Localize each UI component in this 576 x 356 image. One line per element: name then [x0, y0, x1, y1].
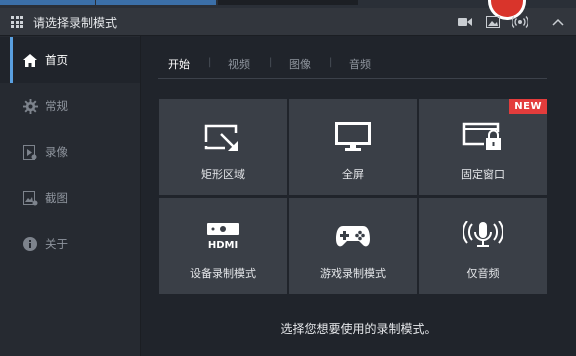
sidebar-item-label: 首页	[45, 53, 68, 67]
tile-rectangle-area[interactable]: 矩形区域	[159, 99, 287, 195]
tile-label: 固定窗口	[461, 168, 505, 181]
collapse-icon[interactable]	[550, 14, 566, 30]
sidebar-item-screenshot[interactable]: 截图	[0, 175, 140, 221]
tab-audio[interactable]: 音频	[349, 56, 371, 72]
info-icon	[22, 236, 38, 252]
svg-text:HDMI: HDMI	[208, 240, 238, 251]
gamepad-icon	[336, 226, 370, 247]
tile-fullscreen[interactable]: 全屏	[289, 99, 417, 195]
tile-game-recording[interactable]: 游戏录制模式	[289, 198, 417, 294]
tile-label: 设备录制模式	[190, 267, 256, 280]
video-camera-icon[interactable]	[457, 14, 473, 30]
locked-window-icon	[462, 122, 501, 150]
microphone-icon	[463, 221, 503, 247]
tab-start[interactable]: 开始	[168, 56, 190, 72]
sidebar-item-label: 截图	[45, 191, 68, 205]
image-icon[interactable]	[485, 14, 501, 30]
sidebar-item-general[interactable]: 常规	[0, 83, 140, 129]
app-menu-icon[interactable]	[11, 16, 23, 28]
tab-separator: |	[269, 57, 273, 68]
window-title: 请选择录制模式	[33, 16, 118, 30]
tab-bar: 开始 | 视频 | 图像 | 音频	[158, 56, 547, 79]
tile-label: 仅音频	[466, 267, 500, 280]
tile-label: 矩形区域	[201, 168, 245, 181]
tab-video[interactable]: 视频	[228, 56, 250, 72]
active-indicator	[10, 37, 13, 83]
screenshot-icon	[22, 190, 38, 206]
tile-audio-only[interactable]: 仅音频	[419, 198, 547, 294]
sidebar-item-label: 录像	[45, 145, 68, 159]
gear-icon	[22, 98, 38, 114]
tab-separator: |	[208, 57, 212, 68]
broadcast-icon[interactable]	[512, 14, 528, 30]
tile-label: 游戏录制模式	[320, 267, 386, 280]
video-file-icon	[22, 144, 38, 160]
hint-text: 选择您想要使用的录制模式。	[280, 322, 437, 336]
sidebar-item-label: 关于	[45, 237, 68, 251]
sidebar-item-recording[interactable]: 录像	[0, 129, 140, 175]
tab-separator: |	[329, 57, 333, 68]
sidebar-item-home[interactable]: 首页	[0, 37, 140, 83]
tile-device-recording[interactable]: HDMI 设备录制模式	[159, 198, 287, 294]
main-panel: 开始 | 视频 | 图像 | 音频 矩形区域 全屏 NEW 固定窗口 HDMI …	[141, 36, 576, 356]
tile-fixed-window[interactable]: NEW 固定窗口	[419, 99, 547, 195]
sidebar-item-label: 常规	[45, 99, 68, 113]
strip-segment	[96, 0, 216, 5]
tile-label: 全屏	[342, 168, 364, 181]
rectangle-area-icon	[204, 124, 238, 151]
title-bar: 请选择录制模式	[0, 0, 576, 36]
hdmi-icon: HDMI	[207, 223, 239, 251]
monitor-icon	[335, 122, 371, 151]
sidebar: 首页 常规 录像 截图 关于	[0, 36, 141, 356]
sidebar-item-about[interactable]: 关于	[0, 221, 140, 267]
home-icon	[22, 52, 38, 68]
new-badge: NEW	[509, 99, 547, 114]
strip-segment	[218, 0, 358, 5]
tab-image[interactable]: 图像	[289, 56, 311, 72]
strip-segment	[0, 0, 95, 5]
